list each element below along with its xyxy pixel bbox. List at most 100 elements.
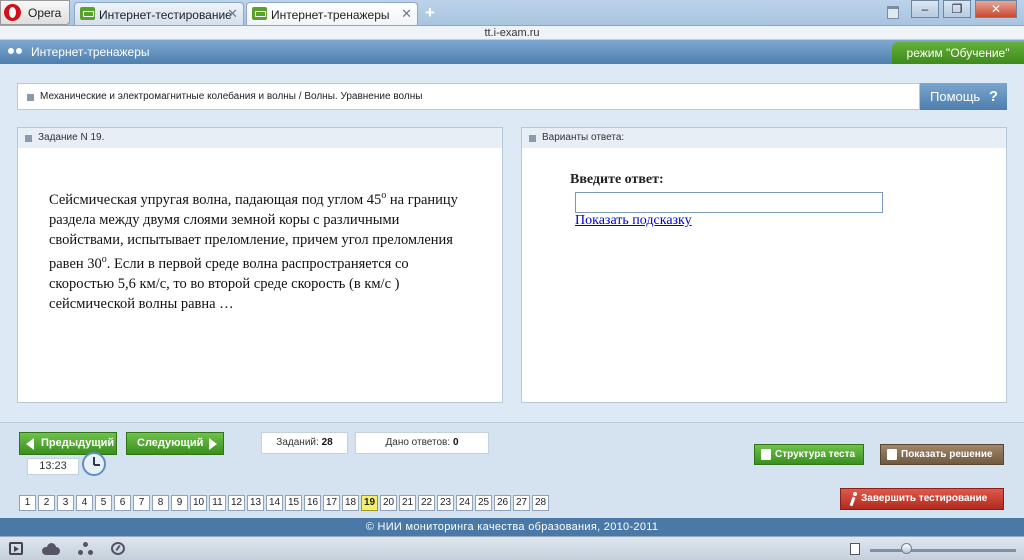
prev-button[interactable]: Предыдущий — [19, 432, 117, 455]
address-bar[interactable]: tt.i-exam.ru — [0, 26, 1024, 40]
page-number-button[interactable]: 21 — [399, 495, 416, 511]
page-number-button[interactable]: 28 — [532, 495, 549, 511]
show-hint-link[interactable]: Показать подсказку — [575, 213, 692, 229]
page-number-button[interactable]: 19 — [361, 495, 378, 511]
help-button[interactable]: Помощь ? — [920, 83, 1007, 110]
opera-menu-label: Opera — [28, 6, 62, 20]
page-number-button[interactable]: 23 — [437, 495, 454, 511]
browser-tab-bar: Opera Интернет-тестирование ✕ Интернет-т… — [0, 0, 1024, 26]
answered-count-box: Дано ответов: 0 — [355, 432, 489, 454]
opera-menu-button[interactable]: Opera — [0, 0, 70, 25]
question-pagination: 1 2 3 4 5 6 7 8 9 10 11 12 13 14 15 16 17 18 19 20 21 22 23 24 2… — [19, 495, 549, 511]
tab-close-icon[interactable]: ✕ — [227, 6, 238, 22]
finish-label: Завершить тестирование — [861, 493, 988, 504]
panel-toggle-icon[interactable] — [9, 542, 23, 555]
help-label: Помощь — [930, 89, 981, 104]
speed-dial-icon[interactable] — [111, 542, 125, 555]
prev-label: Предыдущий — [41, 437, 115, 449]
page-number-button[interactable]: 7 — [133, 495, 150, 511]
runner-icon — [849, 492, 860, 506]
page-number-button[interactable]: 10 — [190, 495, 207, 511]
tab-internet-testing[interactable]: Интернет-тестирование ✕ — [74, 2, 244, 25]
browser-status-bar — [0, 536, 1024, 560]
structure-label: Структура теста — [775, 449, 856, 460]
topic-text: Механические и электромагнитные колебани… — [40, 91, 423, 102]
page-number-button[interactable]: 3 — [57, 495, 74, 511]
page-number-button[interactable]: 22 — [418, 495, 435, 511]
page-number-button[interactable]: 5 — [95, 495, 112, 511]
test-structure-button[interactable]: Структура теста — [754, 444, 864, 465]
structure-icon — [761, 449, 771, 460]
task-number: Задание N 19. — [38, 132, 105, 143]
help-icon: ? — [988, 88, 998, 105]
arrow-right-icon — [209, 438, 217, 450]
mode-badge: режим "Обучение" — [892, 42, 1024, 64]
answer-panel-header: Варианты ответа: — [522, 128, 1006, 148]
page-number-button[interactable]: 9 — [171, 495, 188, 511]
opera-logo-icon — [4, 4, 21, 21]
app-header: Интернет-тренажеры режим "Обучение" — [0, 40, 1024, 64]
page-number-button[interactable]: 15 — [285, 495, 302, 511]
task-panel: Задание N 19. Сейсмическая упругая волна… — [17, 127, 503, 403]
arrow-left-icon — [26, 438, 34, 450]
page-number-button[interactable]: 18 — [342, 495, 359, 511]
footer-copyright: © НИИ мониторинга качества образования, … — [0, 518, 1024, 536]
page-number-button[interactable]: 25 — [475, 495, 492, 511]
bullet-icon — [27, 94, 34, 101]
tab-title: Интернет-тренажеры — [271, 8, 390, 22]
page-number-button[interactable]: 8 — [152, 495, 169, 511]
page-number-button[interactable]: 17 — [323, 495, 340, 511]
cloud-icon[interactable] — [42, 542, 60, 555]
maximize-button[interactable]: ❐ — [943, 0, 971, 18]
unite-icon[interactable] — [78, 542, 92, 555]
show-solution-button[interactable]: Показать решение — [880, 444, 1004, 465]
timer-display: 13:23 — [27, 458, 79, 475]
app-title: Интернет-тренажеры — [31, 45, 150, 59]
page-number-button[interactable]: 16 — [304, 495, 321, 511]
page-number-button[interactable]: 4 — [76, 495, 93, 511]
page-number-button[interactable]: 14 — [266, 495, 283, 511]
page-number-button[interactable]: 26 — [494, 495, 511, 511]
page-number-button[interactable]: 24 — [456, 495, 473, 511]
minimize-button[interactable]: – — [911, 0, 939, 18]
clock-icon — [82, 452, 106, 476]
page-number-button[interactable]: 12 — [228, 495, 245, 511]
next-label: Следующий — [137, 437, 204, 449]
tasks-count-box: Заданий: 28 — [261, 432, 348, 454]
new-tab-button[interactable]: + — [425, 3, 435, 23]
zoom-slider[interactable] — [870, 549, 1016, 552]
tab-close-icon[interactable]: ✕ — [401, 6, 412, 22]
solution-icon — [887, 449, 897, 460]
app-logo-icon — [8, 46, 22, 58]
zoom-slider-thumb[interactable] — [901, 543, 912, 554]
finish-test-button[interactable]: Завершить тестирование — [840, 488, 1004, 510]
bullet-icon — [25, 135, 32, 142]
answer-label: Введите ответ: — [570, 172, 664, 187]
answered-label: Дано ответов: — [385, 437, 451, 448]
page-number-button[interactable]: 2 — [38, 495, 55, 511]
page-number-button[interactable]: 20 — [380, 495, 397, 511]
tab-title: Интернет-тестирование — [99, 8, 232, 22]
page-icon[interactable] — [850, 543, 860, 555]
answer-panel-title: Варианты ответа: — [542, 132, 625, 143]
task-question: Сейсмическая упругая волна, падающая под… — [49, 186, 459, 314]
tasks-label: Заданий: — [276, 437, 319, 448]
tasks-count: 28 — [321, 437, 333, 448]
tab-site-icon — [252, 7, 267, 20]
answer-panel: Варианты ответа: Введите ответ: Показать… — [521, 127, 1007, 403]
tab-internet-trainers[interactable]: Интернет-тренажеры ✕ — [246, 2, 418, 25]
page-number-button[interactable]: 11 — [209, 495, 226, 511]
bullet-icon — [529, 135, 536, 142]
trash-icon[interactable] — [887, 6, 899, 19]
page-number-button[interactable]: 6 — [114, 495, 131, 511]
answered-count: 0 — [452, 437, 459, 448]
answer-input[interactable] — [575, 192, 883, 213]
page-number-button[interactable]: 1 — [19, 495, 36, 511]
page-number-button[interactable]: 13 — [247, 495, 264, 511]
close-window-button[interactable]: ✕ — [975, 0, 1017, 18]
topic-breadcrumb: Механические и электромагнитные колебани… — [17, 83, 920, 110]
page-number-button[interactable]: 27 — [513, 495, 530, 511]
solution-label: Показать решение — [901, 449, 993, 460]
next-button[interactable]: Следующий — [126, 432, 224, 455]
task-text-part: Сейсмическая упругая волна, падающая под… — [49, 191, 382, 208]
